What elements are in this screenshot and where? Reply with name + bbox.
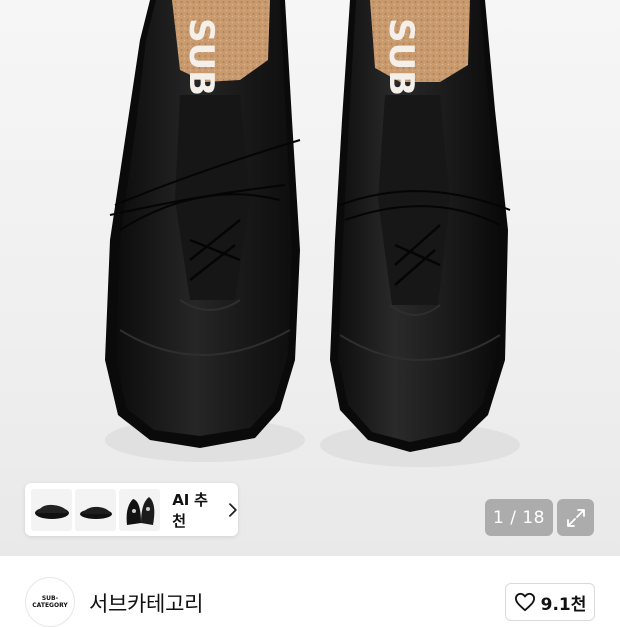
brand-logo-line2: CATEGORY	[32, 602, 68, 609]
svg-text:SUB: SUB	[181, 18, 221, 96]
brand-logo-line1: SUB-	[41, 595, 59, 602]
ai-recommend-label: AI 추천	[172, 490, 208, 530]
like-button[interactable]: 9.1천	[505, 583, 595, 621]
product-image-gallery[interactable]: SUB SUB AI 추천 1 / 18	[0, 0, 620, 556]
chevron-right-icon	[229, 502, 237, 517]
heart-icon	[514, 592, 535, 612]
product-photo[interactable]: SUB SUB	[0, 0, 620, 556]
expand-icon	[566, 508, 585, 527]
svg-text:SUB: SUB	[381, 18, 421, 96]
ai-thumbnail-1[interactable]	[31, 488, 73, 531]
brand-name[interactable]: 서브카테고리	[89, 588, 203, 618]
ai-thumbnail-2[interactable]	[75, 488, 117, 531]
ai-recommend-chip[interactable]: AI 추천	[25, 483, 238, 536]
like-count: 9.1천	[540, 594, 587, 615]
expand-button[interactable]	[557, 499, 594, 536]
ai-thumbnail-3[interactable]	[119, 488, 161, 531]
image-counter: 1 / 18	[485, 499, 553, 536]
